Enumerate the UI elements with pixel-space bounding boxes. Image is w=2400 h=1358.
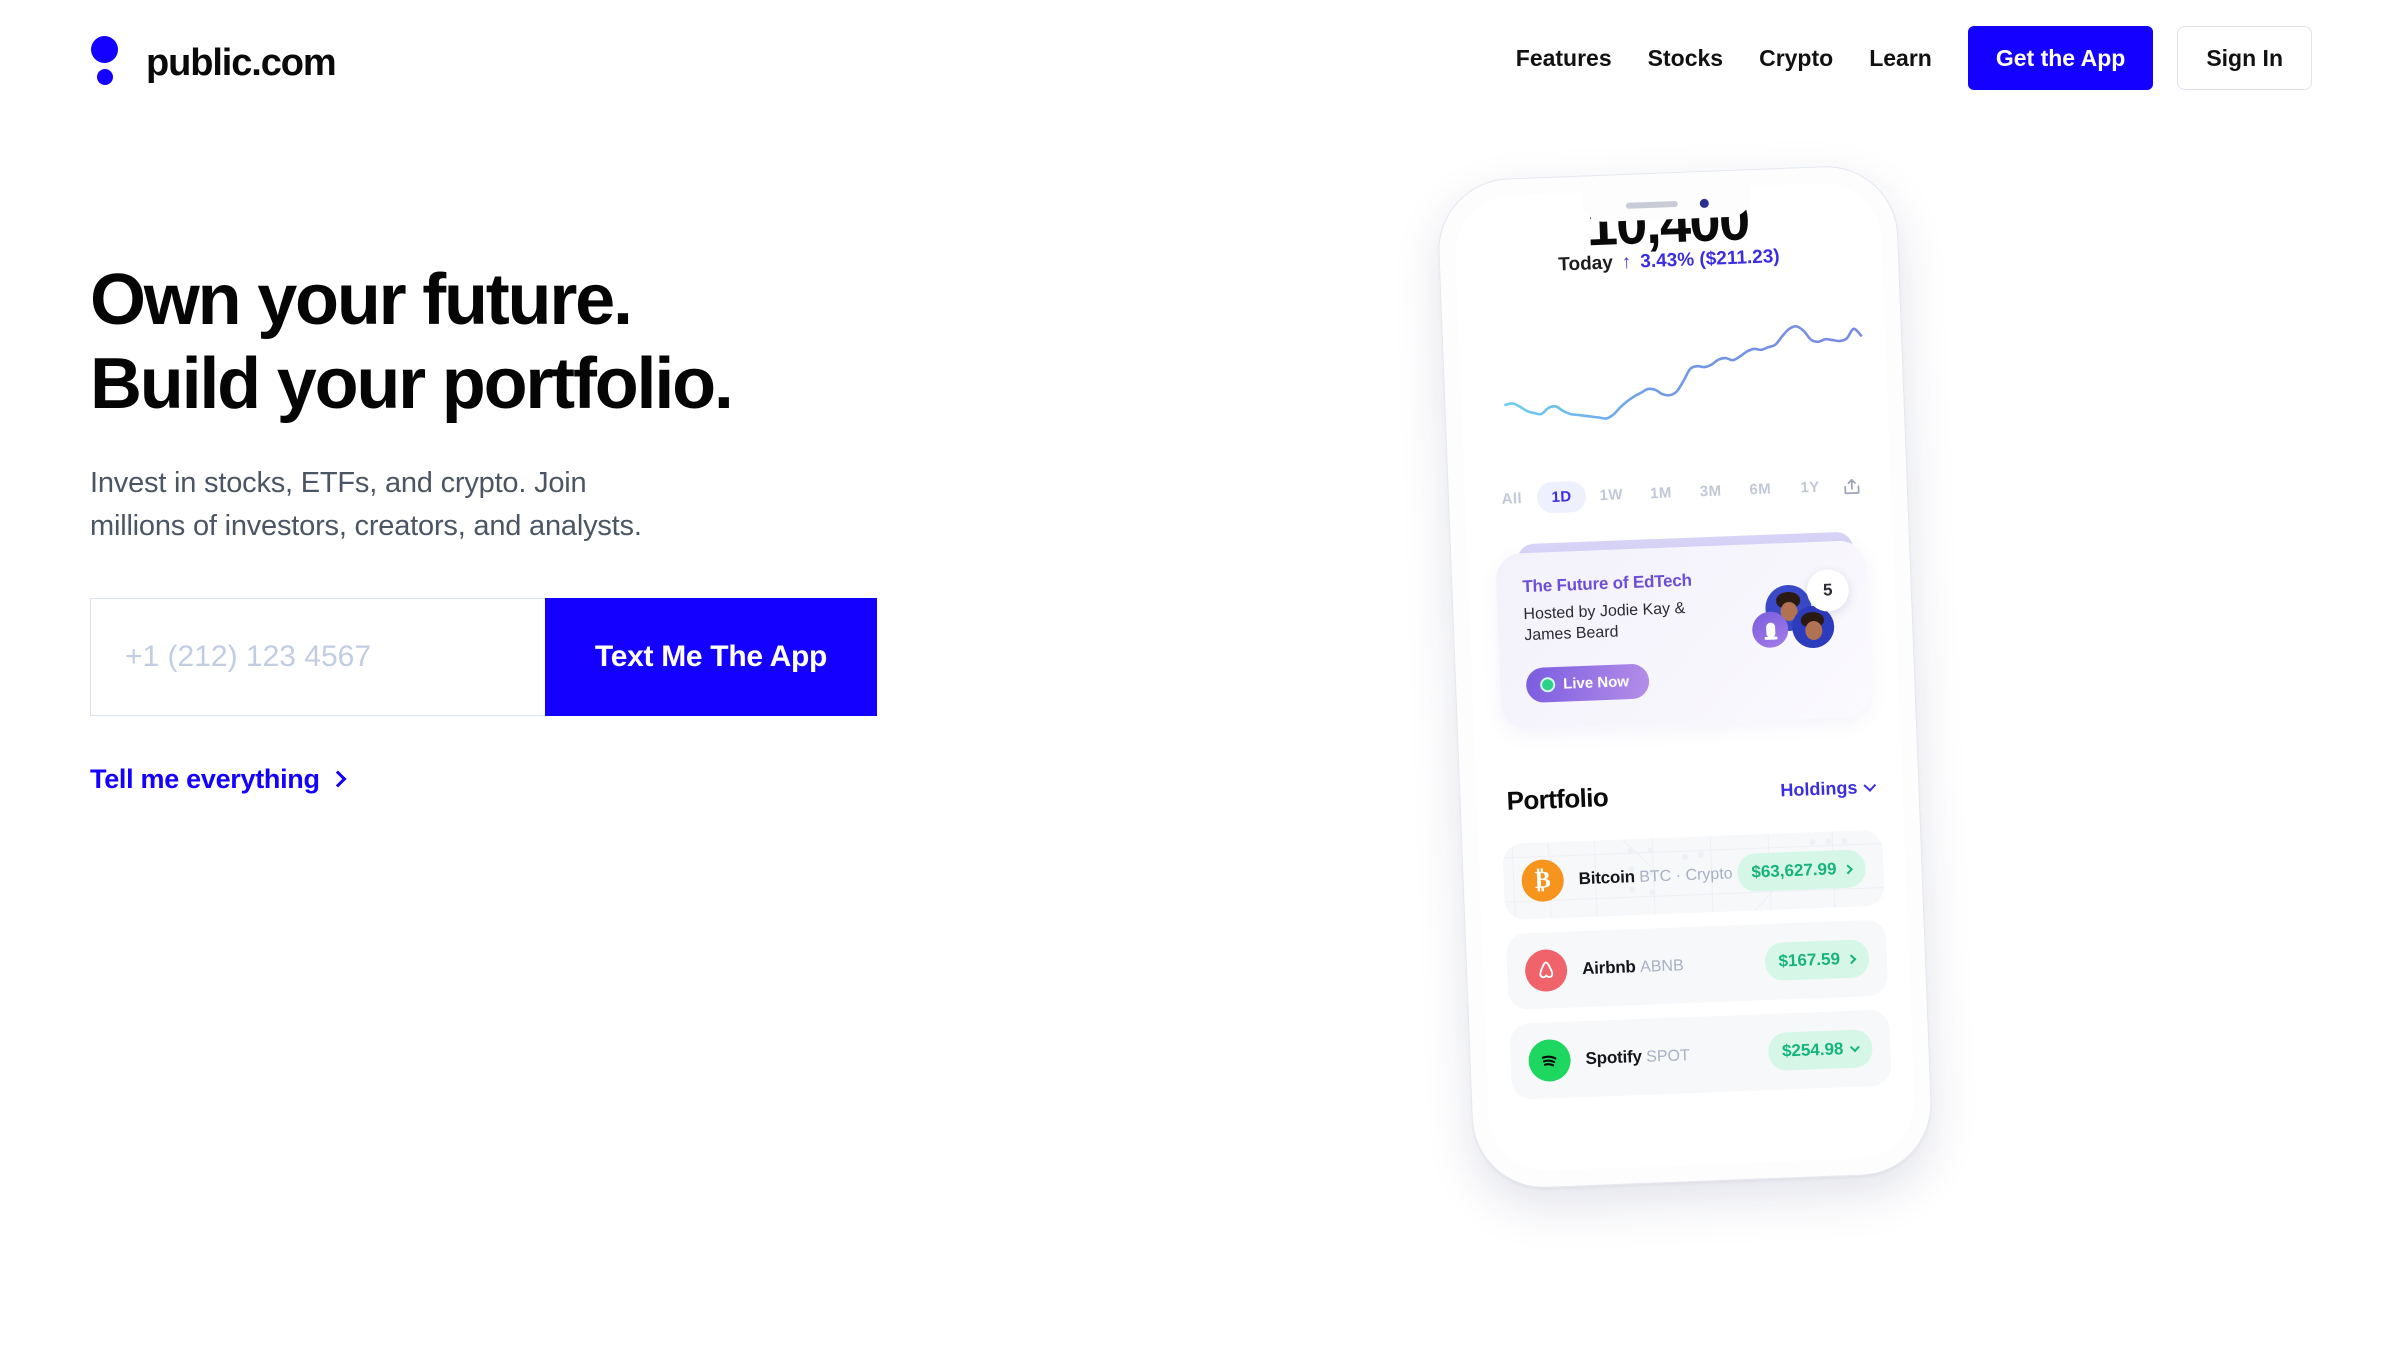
bitcoin-icon: ₿: [1520, 858, 1565, 903]
range-tab-6m[interactable]: 6M: [1735, 473, 1786, 506]
text-me-the-app-button[interactable]: Text Me The App: [545, 598, 877, 716]
phone-screen: 10,400 Today ↑ 3.43% ($211.23) All 1D 1W…: [1453, 181, 1917, 1173]
range-tab-3m[interactable]: 3M: [1685, 475, 1736, 508]
nav-link-crypto[interactable]: Crypto: [1741, 46, 1851, 70]
tell-me-everything-link[interactable]: Tell me everything: [90, 764, 347, 795]
sign-in-button[interactable]: Sign In: [2177, 26, 2312, 90]
nav-link-learn[interactable]: Learn: [1851, 46, 1950, 70]
livestream-card[interactable]: The Future of EdTech Hosted by Jodie Kay…: [1495, 539, 1872, 731]
chevron-down-icon: [1863, 778, 1877, 792]
today-change-value: 3.43% ($211.23): [1639, 246, 1781, 273]
hero-subtitle: Invest in stocks, ETFs, and crypto. Join…: [90, 462, 730, 546]
hero-subtitle-line-1: Invest in stocks, ETFs, and crypto. Join: [90, 467, 587, 500]
live-now-label: Live Now: [1562, 673, 1630, 693]
signup-form: Text Me The App: [90, 598, 877, 716]
tell-me-everything-label: Tell me everything: [90, 764, 320, 794]
holding-price: $167.59: [1778, 949, 1841, 971]
holding-ticker: ABNB: [1639, 956, 1685, 976]
phone-mockup: 10,400 Today ↑ 3.43% ($211.23) All 1D 1W…: [1435, 163, 1935, 1191]
range-tab-1m[interactable]: 1M: [1636, 477, 1687, 510]
range-tab-1y[interactable]: 1Y: [1785, 471, 1836, 504]
holding-price-badge[interactable]: $254.98: [1767, 1029, 1874, 1072]
holdings-filter-dropdown[interactable]: Holdings: [1780, 777, 1877, 802]
time-range-selector: All 1D 1W 1M 3M 6M 1Y: [1464, 469, 1891, 516]
performance-chart: [1458, 291, 1889, 457]
front-camera-icon: [1699, 198, 1709, 208]
chart-line: [1504, 325, 1863, 420]
holding-price-badge[interactable]: $167.59: [1763, 939, 1870, 982]
brand-name: public.com: [146, 42, 337, 84]
range-tab-1w[interactable]: 1W: [1586, 479, 1637, 512]
hero-section: Own your future. Build your portfolio. I…: [90, 258, 990, 547]
portfolio-title: Portfolio: [1506, 782, 1609, 816]
today-label: Today: [1557, 252, 1614, 276]
share-icon[interactable]: [1834, 475, 1869, 496]
holding-ticker: SPOT: [1645, 1046, 1691, 1066]
portfolio-header: Portfolio Holdings: [1506, 772, 1877, 817]
holding-price: $63,627.99: [1751, 859, 1837, 882]
airbnb-icon: [1524, 948, 1568, 993]
public-dots-logo-icon: [88, 33, 128, 93]
live-now-badge[interactable]: Live Now: [1525, 663, 1650, 704]
holdings-filter-label: Holdings: [1780, 777, 1858, 801]
chevron-right-icon: [1843, 863, 1853, 874]
range-tab-all[interactable]: All: [1486, 483, 1537, 516]
nav-link-features[interactable]: Features: [1498, 46, 1630, 70]
page-title: Own your future. Build your portfolio.: [90, 258, 990, 426]
main-navigation: Features Stocks Crypto Learn Get the App…: [1498, 26, 2312, 90]
landing-page: public.com Features Stocks Crypto Learn …: [0, 0, 2400, 1358]
speaker-grille-icon: [1625, 200, 1678, 209]
arrow-up-icon: ↑: [1621, 251, 1632, 274]
live-dot-icon: [1539, 677, 1556, 693]
avatar-speaker-2: [1791, 605, 1835, 649]
chevron-right-icon: [1846, 953, 1857, 964]
listener-count-badge: 5: [1805, 568, 1850, 613]
hero-title-line-2: Build your portfolio.: [90, 344, 734, 425]
table-row[interactable]: Airbnb ABNB $167.59: [1505, 919, 1889, 1011]
table-row[interactable]: Spotify SPOT $254.98: [1509, 1009, 1892, 1100]
hero-title-line-1: Own your future.: [90, 260, 633, 340]
chevron-right-icon: [329, 770, 347, 787]
hero-subtitle-line-2: millions of investors, creators, and ana…: [90, 509, 642, 542]
holding-name: Airbnb: [1581, 956, 1637, 978]
livestream-avatars: 5: [1751, 568, 1850, 658]
livestream-card-stack: The Future of EdTech Hosted by Jodie Kay…: [1495, 531, 1872, 731]
phone-number-input[interactable]: [90, 598, 545, 716]
holding-price-badge[interactable]: $63,627.99: [1736, 849, 1867, 893]
microphone-icon: [1751, 611, 1789, 649]
holding-ticker: BTC · Crypto: [1638, 864, 1733, 886]
brand-logo[interactable]: public.com: [88, 33, 337, 93]
nav-link-stocks[interactable]: Stocks: [1630, 46, 1741, 70]
get-the-app-button[interactable]: Get the App: [1967, 26, 2154, 90]
holding-name: Spotify: [1585, 1046, 1643, 1068]
site-header: public.com Features Stocks Crypto Learn …: [0, 0, 2400, 135]
chevron-down-icon: [1849, 1042, 1860, 1053]
holding-price: $254.98: [1781, 1039, 1844, 1061]
table-row[interactable]: ₿ Bitcoin BTC · Crypto $63,627.99: [1502, 829, 1885, 921]
spotify-icon: [1527, 1038, 1572, 1083]
range-tab-1d[interactable]: 1D: [1536, 480, 1588, 514]
holding-name: Bitcoin: [1578, 866, 1636, 888]
livestream-host: Hosted by Jodie Kay & James Beard: [1523, 599, 1686, 645]
